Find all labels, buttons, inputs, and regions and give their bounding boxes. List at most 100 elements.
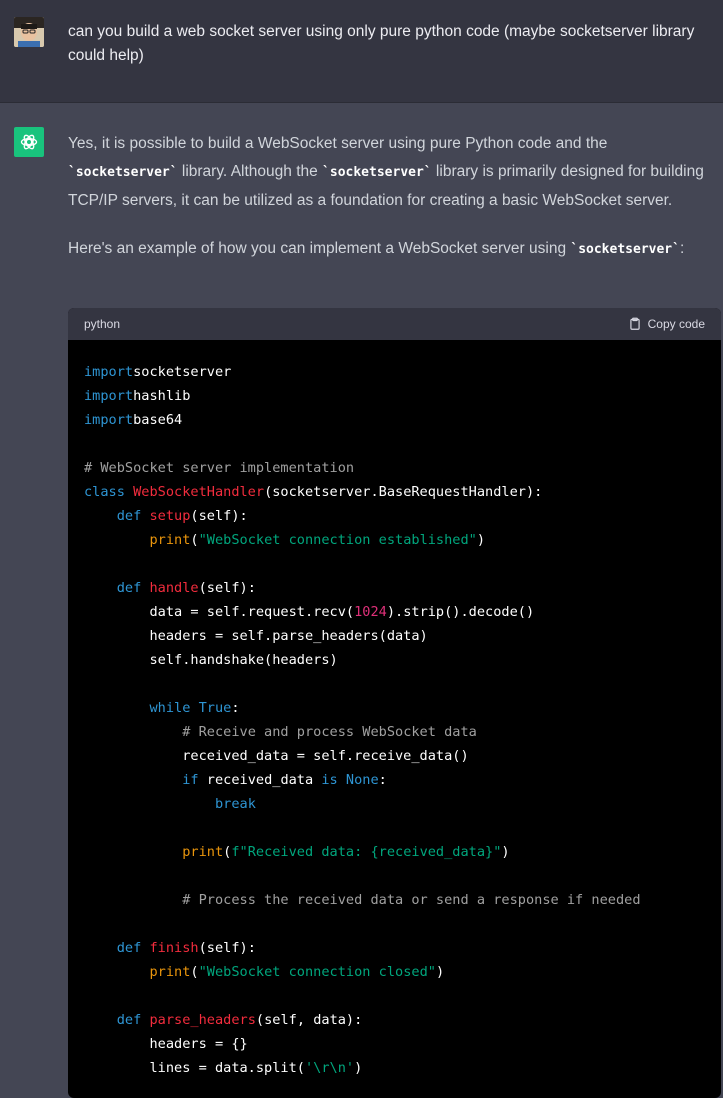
user-message-row: can you build a web socket server using … bbox=[0, 0, 723, 103]
code-line: print("WebSocket connection closed") bbox=[84, 960, 705, 984]
code-line: importhashlib bbox=[84, 384, 705, 408]
code-line: def setup(self): bbox=[84, 504, 705, 528]
code-token: ).strip().decode() bbox=[386, 604, 535, 620]
code-line: while True: bbox=[84, 696, 705, 720]
code-content: importsocketserver importhashlib importbas… bbox=[68, 340, 721, 1098]
code-token: import bbox=[84, 388, 134, 404]
code-line: headers = self.parse_headers(data) bbox=[84, 624, 705, 648]
code-token: self.handshake(headers) bbox=[84, 652, 338, 668]
code-token: "WebSocket connection closed" bbox=[198, 964, 436, 980]
code-block: python Copy code importsocketserver impor… bbox=[68, 308, 721, 1098]
code-token: f"Received data: {received_data}" bbox=[231, 844, 502, 860]
code-token: received_data = self.receive_data() bbox=[84, 748, 469, 764]
code-line: if received_data is None: bbox=[84, 768, 705, 792]
code-token: base64 bbox=[133, 412, 183, 428]
answer-paragraph-1: Yes, it is possible to build a WebSocket… bbox=[68, 130, 716, 215]
assistant-message-row: Yes, it is possible to build a WebSocket… bbox=[0, 103, 723, 1098]
code-token: 1024 bbox=[354, 604, 387, 620]
code-token: def bbox=[116, 508, 150, 524]
code-token: (self): bbox=[198, 580, 256, 596]
code-token: class bbox=[84, 484, 134, 500]
code-token: "WebSocket connection established" bbox=[198, 532, 477, 548]
code-line: received_data = self.receive_data() bbox=[84, 744, 705, 768]
code-token: ) bbox=[354, 1060, 363, 1076]
text-span: library. Although the bbox=[177, 163, 323, 180]
code-token: ) bbox=[476, 532, 486, 548]
code-language-label: python bbox=[84, 317, 121, 331]
copy-code-label: Copy code bbox=[647, 317, 705, 331]
code-token: True bbox=[198, 700, 232, 716]
code-line: # Process the received data or send a re… bbox=[84, 888, 705, 912]
code-line: importsocketserver bbox=[84, 360, 705, 384]
code-token: parse_headers bbox=[149, 1012, 256, 1028]
code-token: None bbox=[345, 772, 379, 788]
code-line: class WebSocketHandler(socketserver.Base… bbox=[84, 480, 705, 504]
code-line: data = self.request.recv(1024).strip().d… bbox=[84, 600, 705, 624]
inline-code: `socketserver` bbox=[570, 242, 680, 257]
code-token: ) bbox=[501, 844, 510, 860]
code-token: finish bbox=[149, 940, 199, 956]
code-line: def parse_headers(self, data): bbox=[84, 1008, 705, 1032]
text-span: Yes, it is possible to build a WebSocket… bbox=[68, 135, 608, 152]
code-token: def bbox=[116, 940, 150, 956]
assistant-message-text: Yes, it is possible to build a WebSocket… bbox=[68, 130, 716, 284]
code-token: # Process the received data or send a re… bbox=[182, 892, 641, 908]
code-line: print(f"Received data: {received_data}") bbox=[84, 840, 705, 864]
code-line: print("WebSocket connection established"… bbox=[84, 528, 705, 552]
code-token: if bbox=[182, 772, 207, 788]
inline-code: `socketserver` bbox=[322, 165, 432, 180]
code-line: break bbox=[84, 792, 705, 816]
code-token: break bbox=[214, 796, 256, 812]
code-token: (self): bbox=[190, 508, 248, 524]
answer-paragraph-2: Here's an example of how you can impleme… bbox=[68, 235, 716, 264]
code-line: # WebSocket server implementation bbox=[84, 456, 705, 480]
code-token: : bbox=[378, 772, 387, 788]
code-line: def finish(self): bbox=[84, 936, 705, 960]
code-token: (self, data): bbox=[255, 1012, 363, 1028]
code-token: while bbox=[149, 700, 199, 716]
code-token: # Receive and process WebSocket data bbox=[182, 724, 477, 740]
code-token: socketserver bbox=[133, 364, 232, 380]
code-token: import bbox=[84, 412, 134, 428]
text-span: Here's an example of how you can impleme… bbox=[68, 240, 571, 257]
code-line: self.handshake(headers) bbox=[84, 648, 705, 672]
code-token: def bbox=[116, 580, 150, 596]
code-token: headers = {} bbox=[84, 1036, 248, 1052]
code-token: is bbox=[321, 772, 346, 788]
code-token: (self): bbox=[198, 940, 256, 956]
user-message-text: can you build a web socket server using … bbox=[68, 23, 695, 64]
code-token: WebSocketHandler bbox=[133, 484, 265, 500]
code-token: : bbox=[231, 700, 240, 716]
code-line: lines = data.split('\r\n') bbox=[84, 1056, 705, 1080]
code-token: lines = data.split( bbox=[84, 1060, 305, 1076]
code-token: '\r\n' bbox=[304, 1060, 355, 1076]
code-token: ( bbox=[190, 964, 199, 980]
code-token: headers = self.parse_headers(data) bbox=[84, 628, 428, 644]
code-token: ) bbox=[435, 964, 445, 980]
code-line: def handle(self): bbox=[84, 576, 705, 600]
code-line: # Receive and process WebSocket data bbox=[84, 720, 705, 744]
code-token: received_data bbox=[206, 772, 322, 788]
code-token: print bbox=[149, 532, 191, 548]
code-token: hashlib bbox=[133, 388, 191, 404]
code-token: def bbox=[116, 1012, 150, 1028]
copy-code-button[interactable]: Copy code bbox=[628, 317, 705, 331]
text-span: : bbox=[679, 240, 685, 257]
code-token: (socketserver.BaseRequestHandler): bbox=[264, 484, 543, 500]
code-token: print bbox=[149, 964, 191, 980]
code-token: # WebSocket server implementation bbox=[84, 460, 355, 476]
